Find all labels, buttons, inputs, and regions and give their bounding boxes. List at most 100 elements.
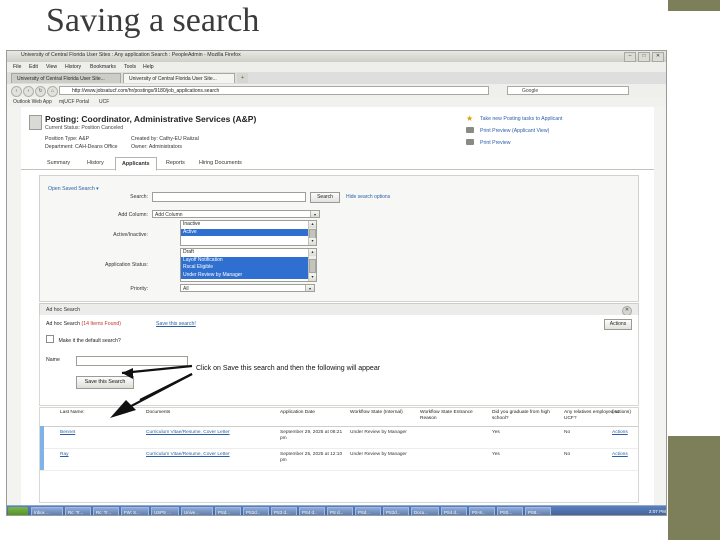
browser-nav-bar[interactable]: ‹ › ↻ ⌂ http://www.jobsatucf.com/hr/post… xyxy=(7,84,666,98)
address-bar[interactable]: http://www.jobsatucf.com/hr/postings/918… xyxy=(59,86,489,95)
scroll-up-icon[interactable]: ▲ xyxy=(309,221,316,228)
listbox-scrollbar[interactable]: ▲ ▼ xyxy=(308,249,316,281)
option-active[interactable]: Active xyxy=(181,228,316,236)
taskbar-item-12[interactable]: PS2d... xyxy=(383,507,409,515)
window-buttons[interactable]: – □ ✕ xyxy=(624,52,664,62)
posting-status: Current Status: Position Canceled xyxy=(45,125,124,131)
screenshot-image: University of Central Florida User Sites… xyxy=(6,50,667,516)
taskbar-item-14[interactable]: PS4 d... xyxy=(441,507,467,515)
priority-label: Priority: xyxy=(130,286,148,292)
tab-summary[interactable]: Summary xyxy=(41,157,76,169)
cell-last-name[interactable]: Bennet xyxy=(60,430,75,436)
option-inactive[interactable]: Inactive xyxy=(181,221,316,229)
page-tabs[interactable]: Summary History Applicants Reports Hirin… xyxy=(21,157,654,171)
taskbar-item-13[interactable]: Docu... xyxy=(411,507,439,515)
menu-tools[interactable]: Tools xyxy=(124,64,136,70)
browser-tab-1[interactable]: University of Central Florida User Site.… xyxy=(11,73,121,83)
tab-reports[interactable]: Reports xyxy=(160,157,191,169)
link-print-preview[interactable]: Print Preview xyxy=(466,137,636,149)
maximize-icon[interactable]: □ xyxy=(638,52,650,62)
start-button[interactable] xyxy=(8,507,28,515)
chevron-down-icon[interactable]: ▾ xyxy=(305,285,314,291)
active-inactive-listbox[interactable]: Inactive Active ▲ ▼ xyxy=(180,220,317,246)
bookmark-portal[interactable]: mjUCF Portal xyxy=(59,99,89,105)
taskbar-item-8[interactable]: PS3 d... xyxy=(271,507,297,515)
scroll-down-icon[interactable]: ▼ xyxy=(309,238,316,245)
taskbar-item-1[interactable]: Rc: Tr... xyxy=(65,507,91,515)
actions-button[interactable]: Actions xyxy=(604,319,632,330)
save-this-search-button[interactable]: Save this Search xyxy=(76,376,134,389)
cell-graduated: Yes xyxy=(492,452,500,457)
tab-hiring-documents[interactable]: Hiring Documents xyxy=(193,157,248,169)
cell-last-name[interactable]: Ray xyxy=(60,452,69,458)
posting-created-by: Created by: Cathy-EU Raiizal xyxy=(131,136,199,142)
priority-select[interactable]: All ▾ xyxy=(180,284,315,292)
browser-tab-2[interactable]: University of Central Florida User Site.… xyxy=(123,73,235,83)
taskbar-item-3[interactable]: FW: S... xyxy=(121,507,149,515)
reload-icon[interactable]: ↻ xyxy=(35,86,46,97)
save-this-search-link[interactable]: Save this search! xyxy=(156,321,196,327)
menu-view[interactable]: View xyxy=(46,64,57,70)
cell-documents[interactable]: Curriculum Vitae/Resume, Cover Letter xyxy=(146,452,230,458)
search-input[interactable] xyxy=(152,192,306,202)
default-search-checkbox-row[interactable]: Make it the default search? xyxy=(46,335,121,344)
menu-file[interactable]: File xyxy=(13,64,21,70)
new-tab-button[interactable]: + xyxy=(237,73,248,83)
back-icon[interactable]: ‹ xyxy=(11,86,22,97)
cell-actions[interactable]: Actions xyxy=(612,452,628,458)
page-content: Posting: Coordinator, Administrative Ser… xyxy=(7,107,666,505)
scroll-up-icon[interactable]: ▲ xyxy=(309,249,316,256)
scroll-down-icon[interactable]: ▼ xyxy=(309,274,316,281)
option-layoff-notification[interactable]: Layoff Notification xyxy=(181,256,316,264)
open-saved-search-link[interactable]: Open Saved Search ▾ xyxy=(48,186,99,192)
windows-taskbar[interactable]: Inbox ... Rc: Tr... Rc: Tr... FW: S... U… xyxy=(7,505,666,515)
posting-right-links[interactable]: ★ Take new Posting tasks to Applicant Pr… xyxy=(466,113,636,149)
link-print-preview-applicant[interactable]: Print Preview (Applicant View) xyxy=(466,125,636,137)
taskbar-item-9[interactable]: PS4 d... xyxy=(299,507,325,515)
add-column-select[interactable]: Add Column ▾ xyxy=(152,210,320,218)
taskbar-item-11[interactable]: PSd... xyxy=(355,507,381,515)
cell-actions[interactable]: Actions xyxy=(612,430,628,436)
posting-position-type: Position Type: A&P xyxy=(45,136,90,142)
table-row[interactable]: Bennet Curriculum Vitae/Resume, Cover Le… xyxy=(40,426,638,449)
taskbar-item-6[interactable]: PSd... xyxy=(215,507,241,515)
option-draft[interactable]: Draft xyxy=(181,249,316,257)
option-under-review-by-manager[interactable]: Under Review by Manager xyxy=(181,271,316,279)
chevron-down-icon[interactable]: ▾ xyxy=(310,211,319,217)
taskbar-item-4[interactable]: USPS ... xyxy=(151,507,179,515)
application-status-listbox[interactable]: Draft Layoff Notification Rscal Eligible… xyxy=(180,248,317,282)
home-icon[interactable]: ⌂ xyxy=(47,86,58,97)
taskbar-item-0[interactable]: Inbox ... xyxy=(31,507,63,515)
tab-applicants[interactable]: Applicants xyxy=(115,157,157,171)
name-input[interactable] xyxy=(76,356,188,366)
checkbox-default-search[interactable] xyxy=(46,335,54,343)
tab-history[interactable]: History xyxy=(81,157,110,169)
taskbar-item-16[interactable]: PS0... xyxy=(497,507,523,515)
hide-search-options-link[interactable]: Hide search options xyxy=(346,194,390,200)
menu-bookmarks[interactable]: Bookmarks xyxy=(90,64,116,70)
table-row[interactable]: Ray Curriculum Vitae/Resume, Cover Lette… xyxy=(40,448,638,471)
link-take-new-posting[interactable]: ★ Take new Posting tasks to Applicant xyxy=(466,113,636,125)
menu-help[interactable]: Help xyxy=(143,64,154,70)
taskbar-item-17[interactable]: PS8... xyxy=(525,507,551,515)
scroll-thumb[interactable] xyxy=(309,259,316,273)
close-icon[interactable]: ✕ xyxy=(652,52,664,62)
band-segment-top xyxy=(668,0,720,11)
taskbar-item-2[interactable]: Rc: Tr... xyxy=(93,507,119,515)
search-button[interactable]: Search xyxy=(310,192,340,203)
taskbar-item-5[interactable]: Unive... xyxy=(181,507,213,515)
browser-search-input[interactable]: Google xyxy=(507,86,629,95)
bookmark-ucf[interactable]: UCF xyxy=(99,99,109,105)
menu-history[interactable]: History xyxy=(65,64,81,70)
minimize-icon[interactable]: – xyxy=(624,52,636,62)
taskbar-item-7[interactable]: PS2d... xyxy=(243,507,269,515)
bookmark-outlook[interactable]: Outlook Web App xyxy=(13,99,52,105)
taskbar-item-10[interactable]: PS d... xyxy=(327,507,353,515)
menu-edit[interactable]: Edit xyxy=(29,64,38,70)
forward-icon[interactable]: › xyxy=(23,86,34,97)
listbox-scrollbar[interactable]: ▲ ▼ xyxy=(308,221,316,245)
option-rscal-eligible[interactable]: Rscal Eligible xyxy=(181,264,316,272)
adhoc-header-title: Ad hoc Search xyxy=(46,307,81,313)
taskbar-item-15[interactable]: PS-8... xyxy=(469,507,495,515)
cell-documents[interactable]: Curriculum Vitae/Resume, Cover Letter xyxy=(146,430,230,436)
